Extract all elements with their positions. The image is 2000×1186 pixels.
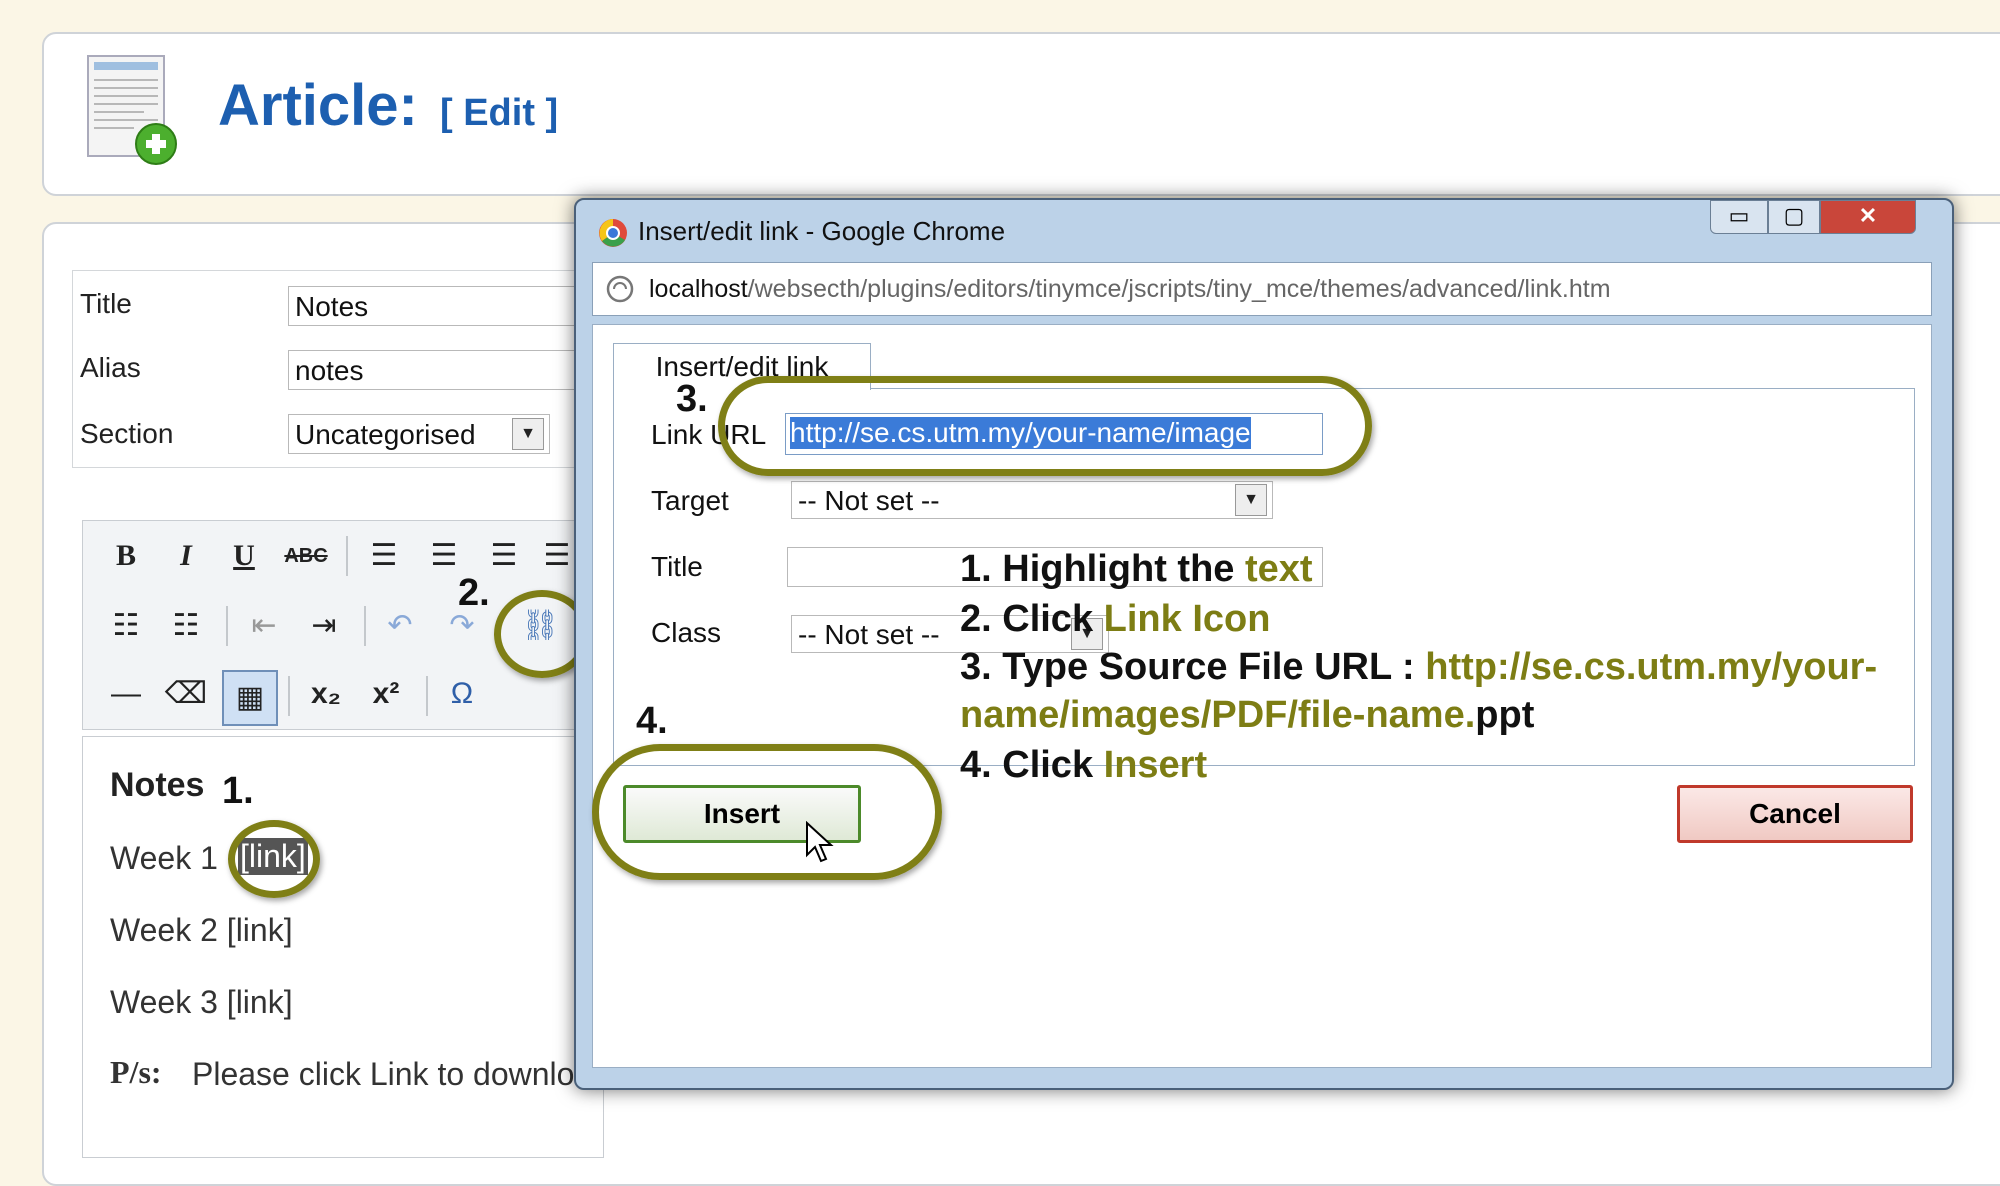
notes-heading: Notes <box>110 766 205 804</box>
bullet-list-icon[interactable]: ☷ <box>104 604 148 648</box>
insert-link-dialog: Insert/edit link - Google Chrome ▭ ▢ ✕ l… <box>574 198 1954 1090</box>
toolbar-separator <box>288 676 290 716</box>
section-select[interactable]: Uncategorised <box>288 414 550 454</box>
ps-label: P/s: <box>110 1054 162 1090</box>
instruction-2-highlight: Link Icon <box>1103 598 1271 640</box>
instruction-3-highlight-b: name/images/PDF/file-name. <box>960 694 1476 736</box>
instruction-line-4: 4. Click Insert <box>960 744 1207 787</box>
minimize-button[interactable]: ▭ <box>1710 200 1768 234</box>
address-bar[interactable]: localhost/websecth/plugins/editors/tinym… <box>592 262 1932 316</box>
step2-marker: 2. <box>458 572 490 614</box>
instruction-line-2: 2. Click Link Icon <box>960 598 1270 641</box>
week1-text: Week 1 <box>110 840 218 876</box>
instruction-4-highlight: Insert <box>1103 744 1208 786</box>
section-label: Section <box>80 418 174 449</box>
url-path: /websecth/plugins/editors/tinymce/jscrip… <box>747 275 1611 303</box>
table-icon[interactable]: ▦ <box>222 670 278 726</box>
undo-icon[interactable]: ↶ <box>378 604 422 648</box>
cancel-button[interactable]: Cancel <box>1677 785 1913 843</box>
toolbar-separator <box>346 536 348 576</box>
instruction-1-prefix: 1. Highlight the <box>960 548 1245 590</box>
toolbar-separator <box>226 606 228 646</box>
title-field-label: Title <box>651 551 703 582</box>
title-input[interactable]: Notes <box>288 286 588 326</box>
week3-text: Week 3 [link] <box>110 984 293 1020</box>
step4-marker: 4. <box>636 700 668 742</box>
url-host: localhost <box>649 275 748 303</box>
superscript-button[interactable]: x² <box>364 672 408 716</box>
step4-ring <box>592 744 942 880</box>
instruction-3-highlight-a: http://se.cs.utm.my/your- <box>1425 646 1878 688</box>
alias-label: Alias <box>80 352 141 383</box>
toolbar-separator <box>426 676 428 716</box>
eraser-icon[interactable]: ⌫ <box>164 672 208 716</box>
italic-button[interactable]: I <box>164 534 208 578</box>
numbered-list-icon[interactable]: ☷ <box>164 604 208 648</box>
horizontal-rule-icon[interactable]: — <box>104 672 148 716</box>
instruction-4-prefix: 4. Click <box>960 744 1104 786</box>
close-button[interactable]: ✕ <box>1820 200 1916 234</box>
instruction-1-highlight: text <box>1244 548 1313 590</box>
subscript-button[interactable]: x₂ <box>304 672 348 716</box>
underline-button[interactable]: U <box>222 534 266 578</box>
chevron-down-icon[interactable]: ▼ <box>1235 484 1267 516</box>
edit-badge: [ Edit ] <box>440 92 559 134</box>
alias-input[interactable]: notes <box>288 350 588 390</box>
page-icon <box>605 274 635 304</box>
title-label: Title <box>80 288 132 319</box>
instruction-line-3b: name/images/PDF/file-name.ppt <box>960 694 1534 737</box>
align-left-icon[interactable]: ☰ <box>362 534 406 578</box>
align-justify-icon[interactable]: ☰ <box>542 534 572 578</box>
bold-button[interactable]: B <box>104 534 148 578</box>
instruction-2-prefix: 2. Click <box>960 598 1104 640</box>
instruction-3-suffix: ppt <box>1475 694 1535 736</box>
page-title: Article: <box>218 73 418 138</box>
url-text: localhost/websecth/plugins/editors/tinym… <box>649 275 1611 304</box>
ps-text: Please click Link to downloa <box>192 1056 582 1092</box>
dialog-title: Insert/edit link - Google Chrome <box>638 216 1006 246</box>
instruction-3-prefix: 3. Type Source File URL : <box>960 646 1426 688</box>
article-add-icon <box>84 52 180 168</box>
indent-icon[interactable]: ⇥ <box>302 604 346 648</box>
omega-button[interactable]: Ω <box>440 672 484 716</box>
step3-ring <box>718 376 1372 476</box>
target-select[interactable]: -- Not set -- <box>791 481 1273 519</box>
outdent-icon[interactable]: ⇤ <box>242 604 286 648</box>
instruction-line-1: 1. Highlight the text <box>960 548 1313 591</box>
week2-text: Week 2 [link] <box>110 912 293 948</box>
step1-ring <box>228 820 320 898</box>
step3-marker: 3. <box>676 378 708 420</box>
target-label: Target <box>651 485 729 516</box>
strikethrough-button[interactable]: ABC <box>284 534 328 578</box>
toolbar-separator <box>364 606 366 646</box>
instruction-line-3: 3. Type Source File URL : http://se.cs.u… <box>960 646 1877 689</box>
chrome-icon <box>598 218 628 248</box>
maximize-button[interactable]: ▢ <box>1768 200 1820 234</box>
step1-marker: 1. <box>222 770 254 812</box>
chevron-down-icon[interactable]: ▼ <box>512 418 544 450</box>
class-label: Class <box>651 617 722 648</box>
